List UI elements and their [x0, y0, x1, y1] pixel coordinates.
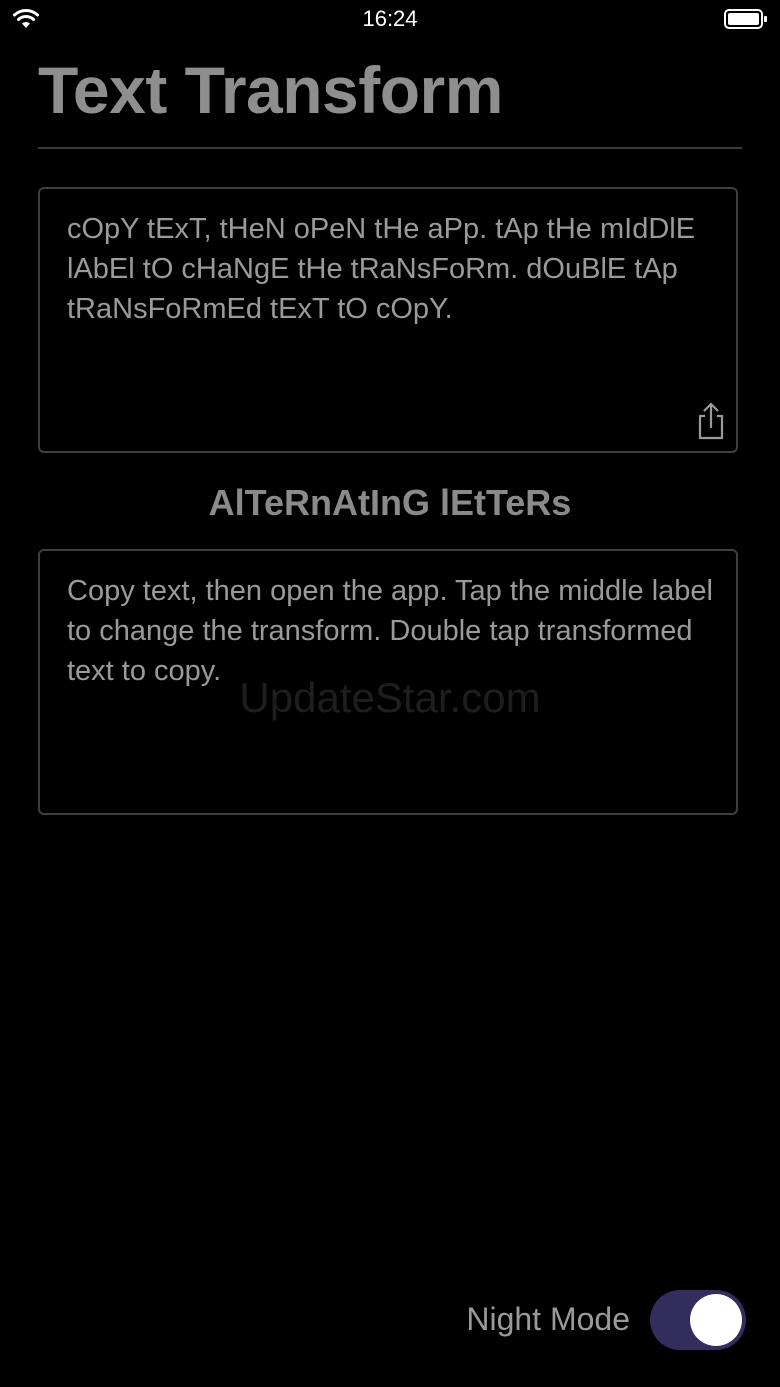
- night-mode-toggle[interactable]: [650, 1290, 746, 1350]
- share-icon[interactable]: [694, 401, 728, 441]
- battery-icon: [724, 9, 767, 29]
- output-text[interactable]: Copy text, then open the app. Tap the mi…: [67, 571, 722, 691]
- output-text-box[interactable]: Copy text, then open the app. Tap the mi…: [38, 549, 738, 815]
- transform-label[interactable]: AlTeRnAtInG lEtTeRs: [0, 482, 780, 524]
- input-text-box[interactable]: cOpY tExT, tHeN oPeN tHe aPp. tAp tHe mI…: [38, 187, 738, 453]
- input-text[interactable]: cOpY tExT, tHeN oPeN tHe aPp. tAp tHe mI…: [67, 209, 722, 329]
- toggle-knob: [690, 1294, 742, 1346]
- status-clock: 16:24: [362, 6, 418, 31]
- status-bar: 16:24: [0, 0, 780, 40]
- title-divider: [38, 147, 742, 149]
- page-title: Text Transform: [38, 53, 503, 127]
- night-mode-label: Night Mode: [466, 1301, 630, 1337]
